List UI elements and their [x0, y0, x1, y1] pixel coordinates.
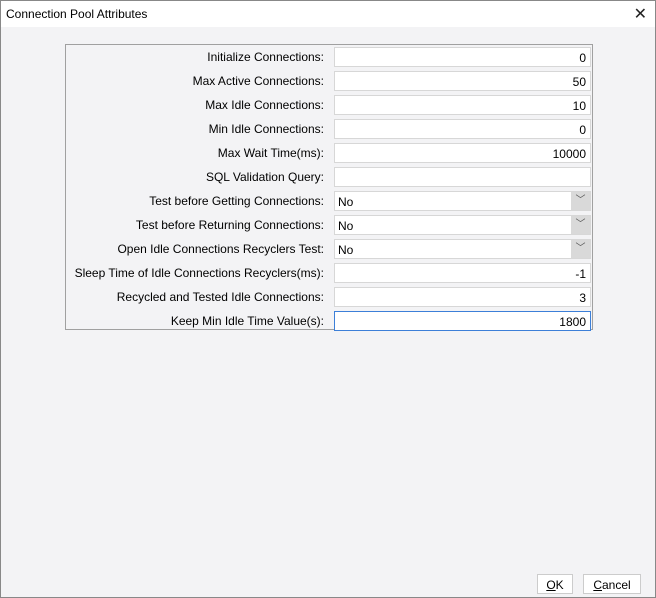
field-label: Sleep Time of Idle Connections Recyclers…	[74, 266, 324, 280]
field-input[interactable]: 50	[334, 71, 591, 91]
form-row: Max Active Connections: 50	[66, 69, 592, 93]
field-input[interactable]	[334, 167, 591, 187]
form-row: Max Idle Connections: 10	[66, 93, 592, 117]
chevron-down-icon[interactable]: ﹀	[571, 192, 590, 210]
form-row: Test before Getting Connections: No ﹀	[66, 189, 592, 213]
field-label: Max Idle Connections:	[205, 98, 324, 112]
ok-label: K	[555, 578, 564, 592]
ok-button[interactable]: OK	[537, 574, 573, 594]
form-row: Open Idle Connections Recyclers Test: No ﹀	[66, 237, 592, 261]
field-label: Max Active Connections:	[192, 74, 324, 88]
field-label: Recycled and Tested Idle Connections:	[116, 290, 324, 304]
form-row: SQL Validation Query:	[66, 165, 592, 189]
field-label: Initialize Connections:	[207, 50, 324, 64]
window-title: Connection Pool Attributes	[6, 7, 148, 21]
field-input[interactable]: 1800	[334, 311, 591, 331]
cancel-label: ancel	[601, 578, 631, 592]
field-select[interactable]: No ﹀	[334, 191, 591, 211]
field-label: Open Idle Connections Recyclers Test:	[117, 242, 324, 256]
field-select[interactable]: No ﹀	[334, 239, 591, 259]
form-row: Max Wait Time(ms): 10000	[66, 141, 592, 165]
field-input[interactable]: 3	[334, 287, 591, 307]
select-value: No	[338, 243, 354, 257]
field-select[interactable]: No ﹀	[334, 215, 591, 235]
field-input[interactable]: 10	[334, 95, 591, 115]
field-label: Test before Returning Connections:	[135, 218, 324, 232]
chevron-down-icon[interactable]: ﹀	[571, 216, 590, 234]
select-value: No	[338, 219, 354, 233]
form-row: Test before Returning Connections: No ﹀	[66, 213, 592, 237]
field-input[interactable]: 0	[334, 47, 591, 67]
field-input[interactable]: -1	[334, 263, 591, 283]
cancel-button[interactable]: Cancel	[583, 574, 641, 594]
field-label: Min Idle Connections:	[208, 122, 324, 136]
select-value: No	[338, 195, 354, 209]
form-row: Recycled and Tested Idle Connections: 3	[66, 285, 592, 309]
field-input[interactable]: 10000	[334, 143, 591, 163]
form-row: Initialize Connections: 0	[66, 45, 592, 69]
field-label: Max Wait Time(ms):	[217, 146, 324, 160]
field-label: SQL Validation Query:	[205, 170, 324, 184]
chevron-down-icon[interactable]: ﹀	[571, 240, 590, 258]
attributes-panel: Initialize Connections: 0 Max Active Conne…	[65, 44, 593, 333]
ok-mnemonic: O	[546, 578, 556, 592]
form-row: Min Idle Connections: 0	[66, 117, 592, 141]
close-icon[interactable]: ✕	[634, 4, 647, 24]
form-row: Keep Min Idle Time Value(s): 1800	[66, 309, 592, 333]
field-label: Keep Min Idle Time Value(s):	[170, 314, 324, 328]
field-label: Test before Getting Connections:	[149, 194, 324, 208]
field-input[interactable]: 0	[334, 119, 591, 139]
cancel-mnemonic: C	[593, 578, 602, 592]
form-row: Sleep Time of Idle Connections Recyclers…	[66, 261, 592, 285]
title-bar: Connection Pool Attributes ✕	[1, 1, 655, 27]
